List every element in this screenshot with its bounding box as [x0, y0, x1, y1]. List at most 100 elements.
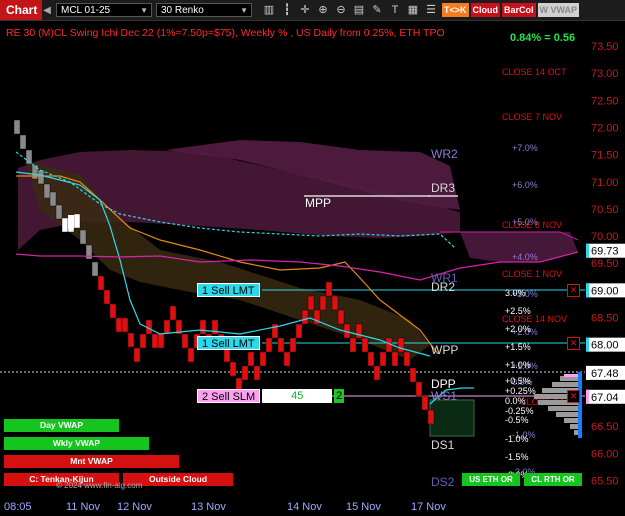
- side-button[interactable]: Wkly VWAP: [4, 437, 149, 450]
- watermark: © 2024 www.fin-alg.com: [56, 481, 143, 490]
- price-tag: 68.00: [591, 340, 619, 352]
- price-tick-label: 73.00: [591, 68, 619, 80]
- renko-brick: [307, 295, 315, 311]
- zoom-in-icon[interactable]: ⊕: [314, 2, 332, 18]
- w-vwap-toggle-button[interactable]: W VWAP: [537, 3, 580, 17]
- text-icon[interactable]: T: [386, 2, 404, 18]
- nav-left-icon[interactable]: ◀: [42, 5, 52, 16]
- renko-brick: [301, 309, 309, 325]
- tpo-bar: [564, 418, 578, 423]
- zoom-out-icon[interactable]: ⊖: [332, 2, 350, 18]
- side-button[interactable]: Mnt VWAP: [4, 455, 179, 468]
- renko-brick: [427, 409, 435, 425]
- renko-brick: [19, 134, 27, 150]
- poc-marker: [564, 374, 578, 377]
- toolbar: Chart ◀ MCL 01-25 ▼ 30 Renko ▼ ▥ ┇ ✛ ⊕ ⊖…: [0, 0, 625, 21]
- renko-brick: [79, 229, 87, 245]
- renko-brick: [325, 281, 333, 297]
- bar-chart-icon[interactable]: ▥: [260, 2, 278, 18]
- cancel-order-icon[interactable]: ✕: [567, 284, 580, 297]
- price-tag: 69.73: [591, 246, 619, 258]
- side-button[interactable]: Day VWAP: [4, 419, 119, 432]
- tpo-bar: [552, 382, 578, 387]
- price-tag-edge: [586, 337, 589, 352]
- order-label[interactable]: 1 Sell LMT: [197, 336, 260, 350]
- renko-brick: [103, 289, 111, 305]
- price-axis[interactable]: 73.50 73.00 72.50 72.00 71.50 71.00 70.50 70.00…: [585, 21, 625, 495]
- date-tick-label: 13 Nov: [191, 501, 226, 513]
- order-line[interactable]: 1 Sell LMT: [197, 283, 260, 297]
- pivot-label: WR2: [431, 147, 458, 161]
- weekly-pct-label: +5.0%: [512, 217, 538, 227]
- price-tag-edge: [586, 283, 589, 298]
- renko-brick: [409, 367, 417, 383]
- renko-brick: [247, 351, 255, 367]
- session-button[interactable]: CL RTH OR: [524, 473, 582, 486]
- pivot-label: WS1: [431, 389, 457, 403]
- date-tick-label: 12 Nov: [117, 501, 152, 513]
- order-label[interactable]: 1 Sell LMT: [197, 283, 260, 297]
- renko-brick: [259, 351, 267, 367]
- renko-brick: [121, 317, 129, 333]
- renko-brick: [253, 365, 261, 381]
- cloud-toggle-button[interactable]: Cloud: [470, 3, 501, 17]
- date-axis[interactable]: 08:05 11 Nov 12 Nov 13 Nov 14 Nov 15 Nov 17 No…: [0, 495, 585, 516]
- renko-brick: [391, 351, 399, 367]
- renko-brick: [421, 395, 429, 411]
- weekly-pct-label: +7.0%: [512, 143, 538, 153]
- close-label: CLOSE 14 OCT: [502, 67, 567, 77]
- cancel-order-icon[interactable]: ✕: [567, 390, 580, 403]
- chart-tab[interactable]: Chart: [0, 0, 42, 20]
- order-value[interactable]: 45: [262, 389, 333, 403]
- tpo-profile: [534, 372, 582, 438]
- price-tag: 67.04: [591, 392, 619, 404]
- close-label: CLOSE 7 NOV: [502, 112, 562, 122]
- renko-brick: [295, 323, 303, 339]
- data-box-icon[interactable]: ▦: [404, 2, 422, 18]
- renko-brick: [133, 347, 141, 363]
- order-qty[interactable]: 2: [334, 389, 345, 403]
- renko-brick: [169, 305, 177, 321]
- daily-pct-label: +2.5%: [505, 306, 531, 316]
- weekly-pct-label: +4.0%: [512, 252, 538, 262]
- symbol-select[interactable]: MCL 01-25 ▼: [56, 3, 152, 17]
- order-label[interactable]: 2 Sell SLM: [197, 389, 261, 403]
- price-tick-label: 72.50: [591, 95, 619, 107]
- renko-brick: [229, 361, 237, 377]
- bars-icon[interactable]: ┇: [278, 2, 296, 18]
- pivot-label: WPP: [431, 343, 458, 357]
- order-line[interactable]: 2 Sell SLM 45 2: [197, 389, 345, 403]
- tpo-bar: [556, 412, 578, 417]
- daily-pct-label: -1.5%: [505, 452, 529, 462]
- date-tick-label: 15 Nov: [346, 501, 381, 513]
- renko-brick: [397, 337, 405, 353]
- date-tick-label: 11 Nov: [66, 501, 101, 513]
- renko-brick: [199, 319, 207, 335]
- price-tag: 67.48: [591, 368, 619, 380]
- price-tick-label: 66.00: [591, 448, 619, 460]
- pencil-icon[interactable]: ✎: [368, 2, 386, 18]
- crosshair-icon[interactable]: ✛: [296, 2, 314, 18]
- tpo-box: [429, 399, 475, 437]
- tk-toggle-button[interactable]: T<>K: [442, 3, 469, 17]
- templates-icon[interactable]: ▤: [350, 2, 368, 18]
- daily-pct-label: -1.0%: [505, 434, 529, 444]
- price-tick-label: 65.50: [591, 475, 619, 487]
- pivot-label: DS2: [431, 475, 455, 489]
- price-tick-label: 72.00: [591, 122, 619, 134]
- interval-select[interactable]: 30 Renko ▼: [156, 3, 252, 17]
- price-tag-edge: [586, 365, 589, 380]
- daily-pct-label: +0.25%: [505, 386, 536, 396]
- session-button[interactable]: US ETH OR: [462, 473, 520, 486]
- cancel-order-icon[interactable]: ✕: [567, 337, 580, 350]
- barcol-toggle-button[interactable]: BarCol: [502, 3, 536, 17]
- renko-brick: [157, 333, 165, 349]
- renko-brick: [283, 351, 291, 367]
- chevron-down-icon: ▼: [140, 6, 148, 15]
- renko-brick: [319, 295, 327, 311]
- renko-brick: [355, 323, 363, 339]
- daily-pct-label: +1.5%: [505, 342, 531, 352]
- order-line[interactable]: 1 Sell LMT: [197, 336, 260, 350]
- pivot-label: DS1: [431, 438, 455, 452]
- properties-icon[interactable]: ☰: [422, 2, 440, 18]
